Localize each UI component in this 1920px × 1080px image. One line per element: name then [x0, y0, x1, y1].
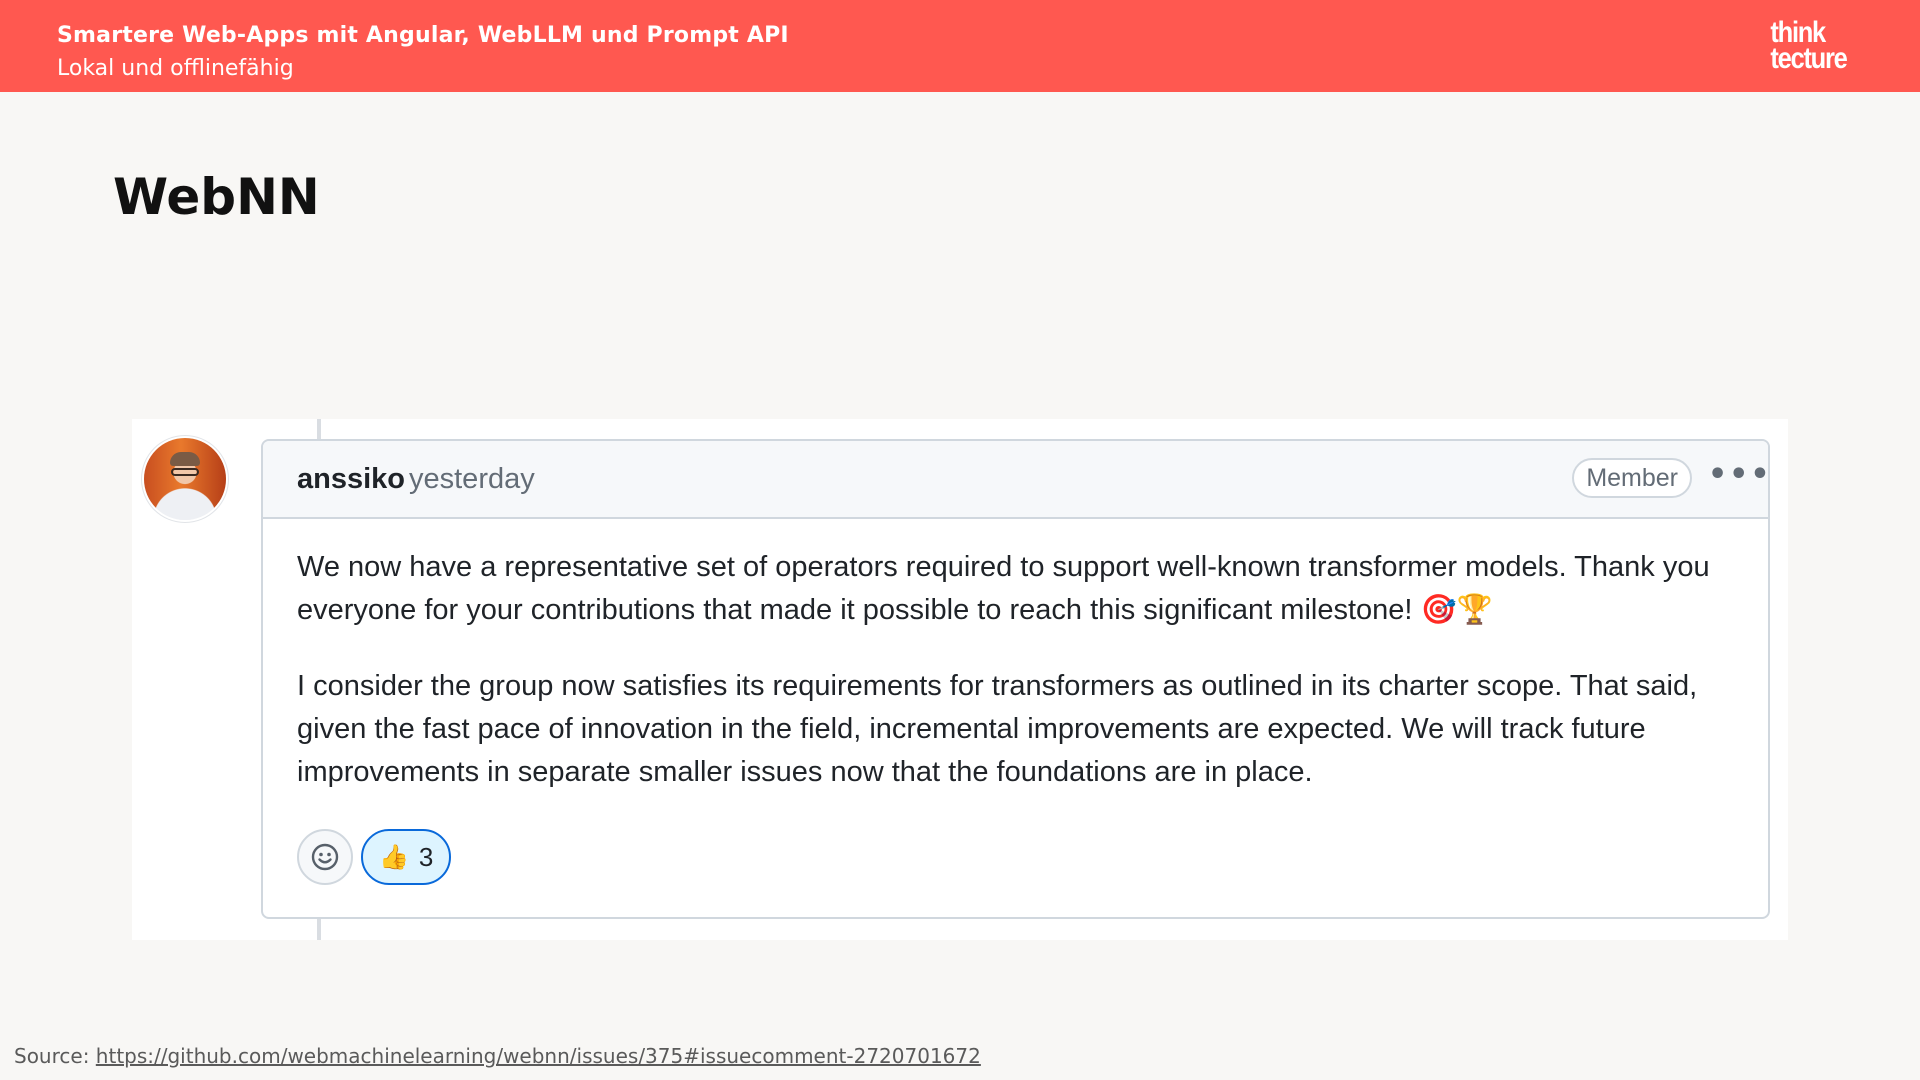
- reactions-bar: 👍 3: [297, 829, 452, 885]
- github-comment-screenshot: anssiko yesterday Member ••• We now have…: [132, 419, 1788, 940]
- member-badge: Member: [1572, 458, 1692, 498]
- timeline-connector-bottom: [317, 919, 321, 940]
- kebab-horizontal-icon[interactable]: •••: [1708, 460, 1768, 493]
- source-link[interactable]: https://github.com/webmachinelearning/we…: [96, 1044, 981, 1068]
- deck-subtitle: Lokal und offlinefähig: [57, 56, 294, 81]
- avatar-glasses: [171, 468, 199, 476]
- deck-title: Smartere Web-Apps mit Angular, WebLLM un…: [57, 23, 789, 48]
- thumbs-up-reaction-button[interactable]: 👍 3: [361, 829, 452, 885]
- comment-timestamp-link[interactable]: yesterday: [409, 463, 535, 496]
- smiley-icon: [311, 843, 339, 871]
- comment-header: anssiko yesterday Member •••: [263, 441, 1768, 519]
- add-reaction-button[interactable]: [297, 829, 353, 885]
- source-citation: Source: https://github.com/webmachinelea…: [14, 1044, 981, 1068]
- timeline-connector-top: [317, 419, 321, 439]
- slide-header-bar: Smartere Web-Apps mit Angular, WebLLM un…: [0, 0, 1920, 92]
- author-avatar[interactable]: [144, 438, 226, 520]
- slide-title: WebNN: [113, 168, 320, 226]
- comment-card: anssiko yesterday Member ••• We now have…: [261, 439, 1770, 919]
- comment-paragraph-2: I consider the group now satisfies its r…: [297, 670, 1698, 788]
- thumbs-up-count: 3: [418, 841, 434, 872]
- thumbs-up-icon: 👍: [379, 843, 409, 871]
- comment-author-link[interactable]: anssiko: [297, 463, 405, 496]
- thinktecture-logo: think tecture: [1770, 18, 1848, 75]
- source-label: Source:: [14, 1044, 90, 1068]
- logo-line-tecture: tecture: [1770, 42, 1848, 75]
- comment-paragraph-1: We now have a representative set of oper…: [297, 551, 1710, 626]
- comment-body: We now have a representative set of oper…: [297, 546, 1747, 827]
- avatar-hair: [170, 452, 200, 466]
